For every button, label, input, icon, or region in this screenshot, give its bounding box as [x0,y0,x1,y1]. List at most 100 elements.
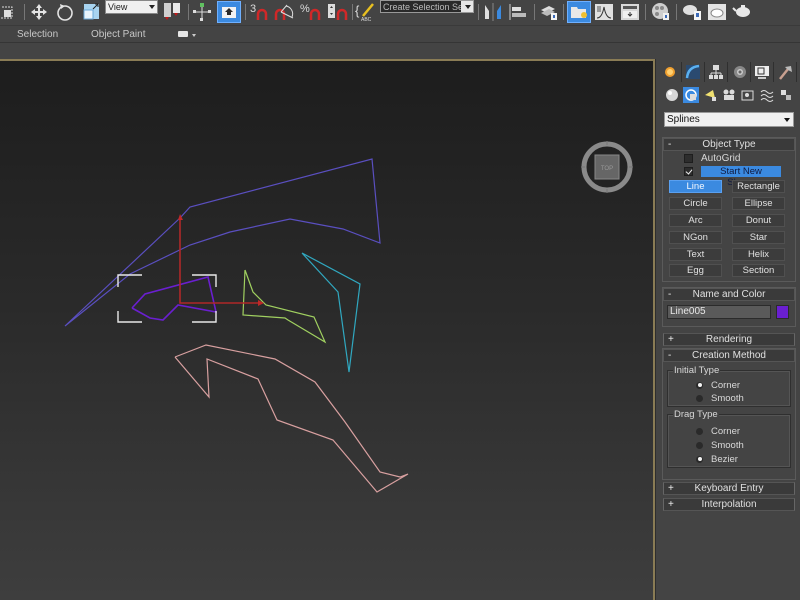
start-new-shape-checkbox[interactable] [684,167,693,176]
select-and-move-button[interactable] [29,1,49,23]
tab-hierarchy[interactable] [705,62,728,82]
category-helpers[interactable] [740,87,756,103]
object-name-input[interactable]: Line005 [667,305,771,319]
rectangle-button[interactable]: Rectangle [732,180,785,193]
category-cameras[interactable] [721,87,737,103]
object-category-value: Splines [667,114,700,125]
mirror-button[interactable] [482,1,504,23]
material-editor-icon [652,3,669,20]
initial-type-corner-option[interactable]: Corner [696,379,740,391]
circle-button[interactable]: Circle [669,197,722,210]
keyboard-entry-rollout-header[interactable]: + Keyboard Entry [663,482,795,495]
egg-button[interactable]: Egg [669,264,722,277]
name-and-color-rollout-header[interactable]: - Name and Color [663,288,795,301]
tab-display[interactable] [751,62,774,82]
start-new-shape-button[interactable]: Start New Shape [701,166,781,188]
systems-icon [781,90,791,100]
tab-modify[interactable] [682,62,705,82]
object-category-dropdown[interactable]: Splines [664,112,794,127]
category-shapes[interactable] [683,87,699,103]
interpolation-rollout-header[interactable]: + Interpolation [663,498,795,511]
arc-button[interactable]: Arc [669,214,722,227]
named-selection-sets-dropdown[interactable]: Create Selection Se [380,0,474,13]
ellipse-button[interactable]: Ellipse [732,197,785,210]
object-color-swatch[interactable] [776,305,789,319]
schematic-view-icon [621,4,639,20]
render-setup-button[interactable] [680,1,704,23]
category-space-warps[interactable] [759,87,775,103]
schematic-view-button[interactable] [619,1,641,23]
drag-smooth-radio[interactable] [696,441,703,449]
drag-bezier-radio[interactable] [696,455,703,463]
initial-smooth-radio[interactable] [696,394,703,402]
top-viewport[interactable]: TOP [0,59,655,600]
spinner-snap-button[interactable] [327,1,349,23]
select-and-manipulate-button[interactable] [217,1,241,23]
rendered-frame-window-button[interactable] [706,1,728,23]
angle-snap-button[interactable] [273,1,297,23]
percent-snap-button[interactable]: % [300,1,324,23]
select-and-rotate-button[interactable] [54,1,76,23]
utilities-tab-icon [779,66,792,80]
ribbon-toggle-button[interactable] [178,31,188,37]
donut-button[interactable]: Donut [732,214,785,227]
transform-gizmo-axes[interactable] [179,218,260,304]
spline-line002[interactable] [242,269,327,344]
named-selection-sets-value: Create Selection Se [383,2,464,12]
text-button[interactable]: Text [669,248,722,261]
rendering-rollout: + Rendering [662,332,796,347]
drag-type-bezier-option[interactable]: Bezier [696,453,738,465]
spline-line005[interactable] [131,276,218,321]
line-button[interactable]: Line [669,180,722,193]
spline-line004[interactable] [174,344,409,493]
drag-type-smooth-option[interactable]: Smooth [696,439,744,451]
tab-motion[interactable] [728,62,751,82]
initial-type-smooth-option[interactable]: Smooth [696,392,744,404]
autogrid-checkbox[interactable] [684,154,693,163]
object-type-rollout-header[interactable]: - Object Type [663,138,795,151]
scale-icon [83,3,99,20]
spinner-snap-icon [328,4,348,20]
rendering-rollout-header[interactable]: + Rendering [663,333,795,346]
initial-corner-label: Corner [711,379,741,391]
drag-corner-radio[interactable] [696,427,703,435]
render-production-button[interactable] [731,1,755,23]
collapse-icon: - [668,139,672,150]
material-editor-button[interactable] [649,1,673,23]
helix-button[interactable]: Helix [732,248,785,261]
tab-utilities[interactable] [774,62,797,82]
command-panel-tabs [659,62,799,84]
ribbon-tab-object-paint[interactable]: Object Paint [91,29,145,40]
layer-manager-button[interactable] [538,1,560,23]
star-button[interactable]: Star [732,231,785,244]
scene-explorer-button[interactable] [567,1,591,23]
select-region-button[interactable] [0,1,16,23]
align-button[interactable] [507,1,531,23]
creation-method-rollout-header[interactable]: - Creation Method [663,349,795,362]
autogrid-row: AutoGrid [684,153,740,164]
keyboard-entry-rollout: + Keyboard Entry [662,481,796,496]
selection-filter-button[interactable] [162,1,184,23]
collapse-icon: - [668,289,672,300]
initial-corner-radio[interactable] [696,381,703,389]
reference-coordinate-dropdown[interactable]: View [105,0,158,14]
select-and-scale-button[interactable] [82,1,102,23]
section-button[interactable]: Section [732,264,785,277]
edit-named-selection-sets-button[interactable]: {ABC [355,1,377,23]
drag-type-corner-option[interactable]: Corner [696,425,740,437]
viewcube[interactable]: TOP [580,140,634,194]
spline-line003[interactable] [301,252,361,373]
category-geometry[interactable] [664,87,680,103]
spline-line001[interactable] [64,158,381,327]
chevron-down-icon[interactable] [192,34,196,37]
ribbon-tab-selection[interactable]: Selection [17,29,58,40]
pivot-center-button[interactable] [192,1,212,23]
viewport-canvas[interactable] [0,61,655,600]
ngon-button[interactable]: NGon [669,231,722,244]
geometry-icon [666,89,678,101]
category-lights[interactable] [702,87,718,103]
category-systems[interactable] [778,87,794,103]
curve-editor-button[interactable] [593,1,615,23]
snaps-toggle-button[interactable]: 3 [249,1,271,23]
tab-create[interactable] [659,62,682,82]
